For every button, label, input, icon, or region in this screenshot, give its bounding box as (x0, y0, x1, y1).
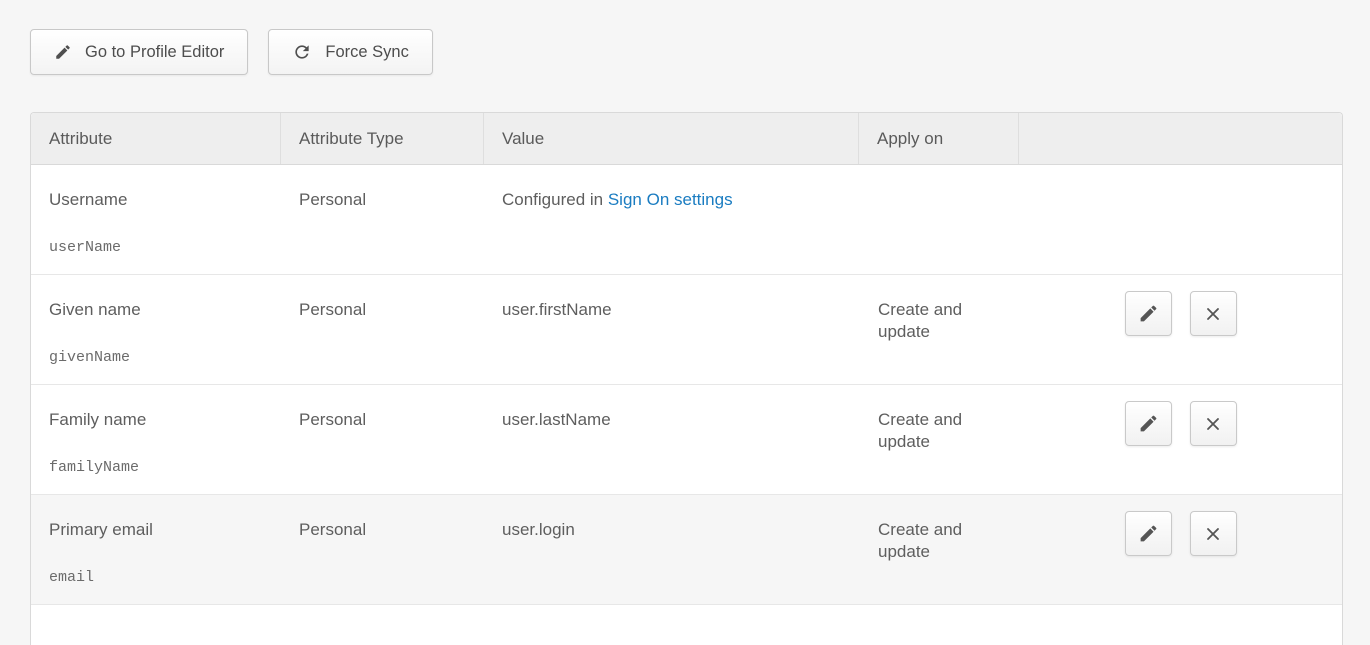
attribute-label: Family name (49, 409, 271, 431)
attribute-label: Primary email (49, 519, 271, 541)
row-actions (1019, 385, 1342, 494)
attribute-label: Username (49, 189, 271, 211)
value-cell: Configured in Sign On settings (484, 165, 859, 274)
table-row: Primary email email Personal user.login … (31, 495, 1342, 605)
pencil-icon (1138, 303, 1159, 324)
attribute-type-cell: Personal (281, 385, 484, 494)
value-cell: user.lastName (484, 385, 859, 494)
apply-on-cell: Create and update (859, 275, 1019, 384)
pencil-icon (54, 43, 72, 61)
x-icon (1203, 304, 1223, 324)
table-header: Attribute Attribute Type Value Apply on (31, 113, 1342, 165)
row-actions (1019, 495, 1342, 604)
table-body: Username userName Personal Configured in… (31, 165, 1342, 605)
column-header-apply-on: Apply on (859, 113, 1019, 164)
go-to-profile-editor-button[interactable]: Go to Profile Editor (30, 29, 248, 75)
attribute-cell: Primary email email (31, 495, 281, 604)
remove-attribute-button[interactable] (1190, 401, 1237, 446)
column-header-attribute-type: Attribute Type (281, 113, 484, 164)
attribute-variable-name: email (49, 567, 271, 589)
column-header-value: Value (484, 113, 859, 164)
edit-attribute-button[interactable] (1125, 401, 1172, 446)
row-actions (1019, 165, 1342, 274)
table-row: Username userName Personal Configured in… (31, 165, 1342, 275)
attribute-type-cell: Personal (281, 275, 484, 384)
go-to-profile-editor-label: Go to Profile Editor (85, 43, 224, 62)
attribute-variable-name: familyName (49, 457, 271, 479)
remove-attribute-button[interactable] (1190, 291, 1237, 336)
attribute-type-cell: Personal (281, 495, 484, 604)
sign-on-settings-link[interactable]: Sign On settings (608, 190, 733, 209)
column-header-attribute: Attribute (31, 113, 281, 164)
apply-on-cell (859, 165, 1019, 274)
pencil-icon (1138, 413, 1159, 434)
value-cell: user.login (484, 495, 859, 604)
page: Go to Profile Editor Force Sync Attribut… (0, 0, 1370, 645)
table-row: Given name givenName Personal user.first… (31, 275, 1342, 385)
attribute-mappings-table: Attribute Attribute Type Value Apply on … (30, 112, 1343, 645)
table-row-partial (31, 605, 1342, 645)
pencil-icon (1138, 523, 1159, 544)
edit-attribute-button[interactable] (1125, 291, 1172, 336)
remove-attribute-button[interactable] (1190, 511, 1237, 556)
force-sync-label: Force Sync (325, 43, 408, 62)
edit-attribute-button[interactable] (1125, 511, 1172, 556)
attribute-cell: Username userName (31, 165, 281, 274)
x-icon (1203, 524, 1223, 544)
value-cell: user.firstName (484, 275, 859, 384)
attribute-type-cell: Personal (281, 165, 484, 274)
attribute-variable-name: userName (49, 237, 271, 259)
attribute-cell: Given name givenName (31, 275, 281, 384)
column-header-actions (1019, 113, 1342, 164)
row-actions (1019, 275, 1342, 384)
refresh-icon (292, 42, 312, 62)
attribute-label: Given name (49, 299, 271, 321)
table-row: Family name familyName Personal user.las… (31, 385, 1342, 495)
attribute-variable-name: givenName (49, 347, 271, 369)
attribute-cell: Family name familyName (31, 385, 281, 494)
force-sync-button[interactable]: Force Sync (268, 29, 432, 75)
toolbar: Go to Profile Editor Force Sync (30, 29, 1343, 75)
apply-on-cell: Create and update (859, 495, 1019, 604)
x-icon (1203, 414, 1223, 434)
apply-on-cell: Create and update (859, 385, 1019, 494)
